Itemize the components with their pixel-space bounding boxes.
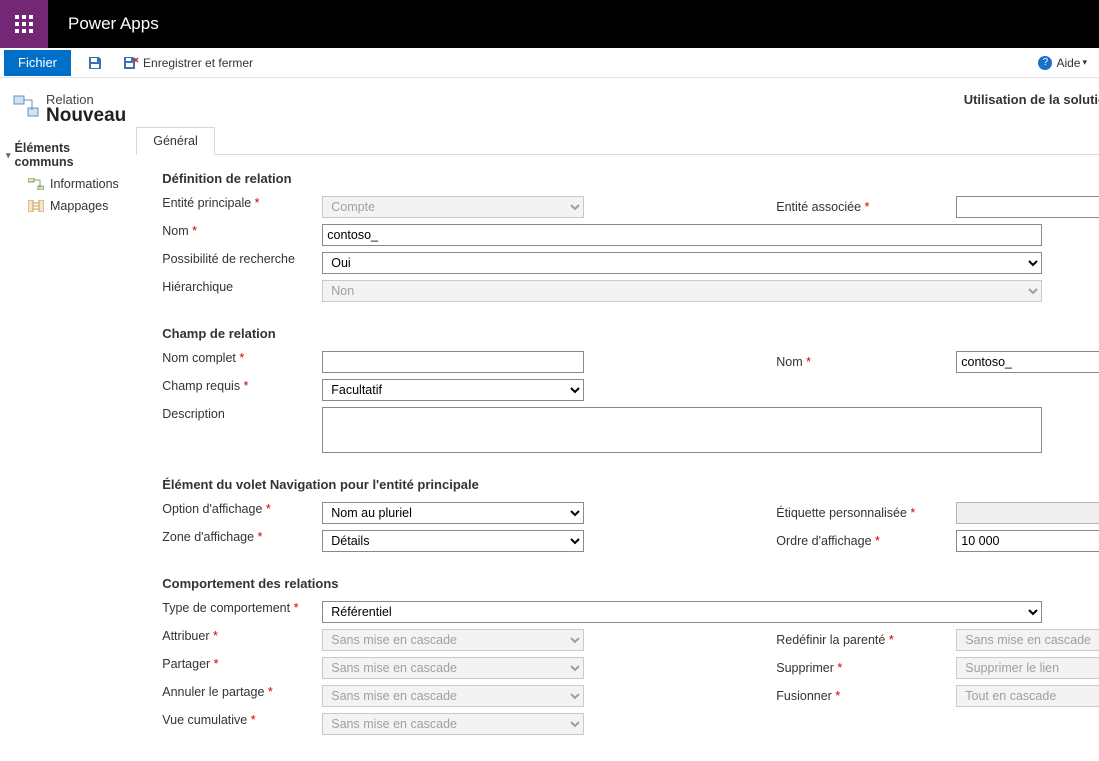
label-custom-label: Étiquette personnalisée [776, 506, 956, 520]
label-share: Partager [136, 657, 322, 671]
label-field-requirement: Champ requis [136, 379, 322, 393]
chevron-down-icon: ▾ [1082, 57, 1087, 68]
section-title-definition: Définition de relation [162, 171, 1099, 186]
label-assign: Attribuer [136, 629, 322, 643]
label-field-name: Nom [776, 355, 956, 369]
help-label: Aide [1056, 56, 1080, 70]
description-textarea[interactable] [322, 407, 1042, 453]
waffle-icon [15, 15, 33, 33]
caret-down-icon: ▾ [6, 150, 11, 161]
label-display-option: Option d'affichage [136, 502, 322, 516]
tree-item-mappings[interactable]: Mappages [6, 195, 130, 217]
label-related-entity: Entité associée [776, 200, 956, 214]
behavior-type-select[interactable]: Référentiel [322, 601, 1042, 623]
searchable-select[interactable]: Oui [322, 252, 1042, 274]
save-icon [87, 55, 103, 71]
delete-select: Supprimer le lien [956, 657, 1099, 679]
custom-label-input [956, 502, 1099, 524]
relation-icon [12, 92, 40, 120]
unshare-select: Sans mise en cascade [322, 685, 584, 707]
label-hierarchical: Hiérarchique [136, 280, 322, 294]
share-select: Sans mise en cascade [322, 657, 584, 679]
file-menu-button[interactable]: Fichier [4, 50, 71, 76]
mappings-icon [28, 198, 44, 214]
help-icon: ? [1038, 56, 1052, 70]
section-title-field: Champ de relation [162, 326, 1099, 341]
label-behavior-type: Type de comportement [136, 601, 322, 615]
label-name: Nom [136, 224, 322, 238]
assign-select: Sans mise en cascade [322, 629, 584, 651]
label-merge: Fusionner [776, 689, 956, 703]
section-title-behavior: Comportement des relations [162, 576, 1099, 591]
save-and-close-label: Enregistrer et fermer [143, 56, 253, 70]
display-order-input[interactable] [956, 530, 1099, 552]
merge-select: Tout en cascade [956, 685, 1099, 707]
label-reparent: Redéfinir la parenté [776, 633, 956, 647]
save-close-icon [123, 55, 139, 71]
label-display-order: Ordre d'affichage [776, 534, 956, 548]
label-display-name: Nom complet [136, 351, 322, 365]
primary-entity-select: Compte [322, 196, 584, 218]
save-button[interactable] [87, 55, 107, 71]
name-input[interactable] [322, 224, 1042, 246]
label-display-area: Zone d'affichage [136, 530, 322, 544]
tree-item-information[interactable]: Informations [6, 173, 130, 195]
tree-root-common[interactable]: ▾ Éléments communs [6, 137, 130, 173]
app-launcher-button[interactable] [0, 0, 48, 48]
label-rollup: Vue cumulative [136, 713, 322, 727]
app-title: Power Apps [68, 14, 159, 34]
hierarchical-select: Non [322, 280, 1042, 302]
save-and-close-button[interactable]: Enregistrer et fermer [123, 55, 253, 71]
help-menu[interactable]: ? Aide ▾ [1038, 56, 1087, 70]
section-title-nav: Élément du volet Navigation pour l'entit… [162, 477, 1099, 492]
label-unshare: Annuler le partage [136, 685, 322, 699]
tree-root-label: Éléments communs [15, 141, 131, 169]
reparent-select: Sans mise en cascade [956, 629, 1099, 651]
rollup-select: Sans mise en cascade [322, 713, 584, 735]
display-name-input[interactable] [322, 351, 584, 373]
tree-item-mappings-label: Mappages [50, 199, 108, 213]
tab-general[interactable]: Général [136, 127, 214, 155]
label-searchable: Possibilité de recherche [136, 252, 322, 266]
page-title: Nouveau [46, 105, 126, 127]
label-delete: Supprimer [776, 661, 956, 675]
display-area-select[interactable]: Détails [322, 530, 584, 552]
related-entity-select[interactable] [956, 196, 1099, 218]
label-description: Description [136, 407, 322, 421]
field-name-input[interactable] [956, 351, 1099, 373]
label-primary-entity: Entité principale [136, 196, 322, 210]
solution-usage-label: Utilisation de la solution : Contoso Cof… [136, 92, 1099, 107]
information-icon [28, 176, 44, 192]
display-option-select[interactable]: Nom au pluriel [322, 502, 584, 524]
field-requirement-select[interactable]: Facultatif [322, 379, 584, 401]
tree-item-information-label: Informations [50, 177, 119, 191]
